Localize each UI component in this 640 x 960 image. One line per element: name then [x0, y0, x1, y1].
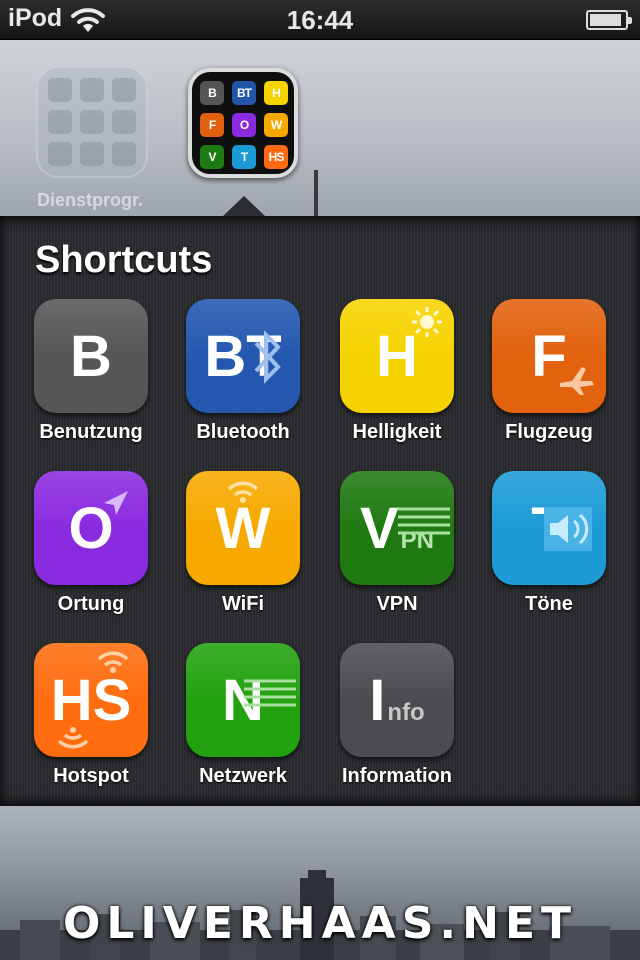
airplane-icon: [560, 367, 594, 395]
app-label: Ortung: [57, 593, 125, 615]
hotspot-icon: [97, 651, 129, 673]
app-glyph-suffix: nfo: [387, 699, 425, 726]
mini-app-icon: BT: [232, 81, 256, 105]
settings-icon: [112, 110, 136, 134]
chart-icon: [48, 142, 72, 166]
mini-app-icon: B: [200, 81, 224, 105]
app-glyph: I: [369, 667, 386, 733]
app-icon[interactable]: Info: [340, 643, 454, 757]
app-icon[interactable]: N: [186, 643, 300, 757]
mini-app-icon: V: [200, 145, 224, 169]
mini-app-icon: F: [200, 113, 224, 137]
app-glyph: V: [359, 495, 399, 561]
app-label: Benutzung: [39, 421, 143, 443]
contacts-icon: [48, 78, 72, 102]
app-icon[interactable]: BT: [186, 299, 300, 413]
clapper-icon: [48, 110, 72, 134]
app-icon[interactable]: HS: [34, 643, 148, 757]
folder-title[interactable]: Shortcuts: [35, 239, 212, 282]
app-icon[interactable]: W: [186, 471, 300, 585]
app-glyph: HS: [50, 667, 132, 733]
app-icon[interactable]: B: [34, 299, 148, 413]
app-label: Flugzeug: [505, 421, 593, 443]
status-bar: iPod 16:44: [0, 0, 640, 40]
watermark-text: OLIVERHAAS.NET: [62, 898, 578, 949]
folder-pointer: [222, 196, 266, 217]
itunes-icon: [112, 78, 136, 102]
app-label: WiFi: [221, 593, 265, 615]
folder-preview-grid: B BT H F O W V T HS: [200, 81, 288, 169]
status-time: 16:44: [286, 5, 354, 35]
folder-panel: Shortcuts B Benutzung BT Bluetooth H Helligke…: [0, 216, 640, 806]
app-label: VPN: [376, 593, 418, 615]
calculator-icon: [80, 142, 104, 166]
speaker-icon: [544, 507, 592, 551]
location-arrow-icon: [104, 491, 128, 515]
app-glyph: W: [215, 495, 271, 561]
voice-memo-icon: [80, 78, 104, 102]
app-label: Hotspot: [53, 765, 129, 787]
app-label: Töne: [525, 593, 573, 615]
app-label: Information: [342, 765, 452, 787]
app-icon[interactable]: T: [492, 471, 606, 585]
hotspot-icon: [57, 727, 89, 749]
mini-app-icon: H: [264, 81, 288, 105]
mini-app-icon: W: [264, 113, 288, 137]
wifi-icon: [227, 481, 259, 503]
mini-app-icon: T: [232, 145, 256, 169]
folder-dienstprogramme[interactable]: [36, 66, 148, 178]
app-icon[interactable]: V PN: [340, 471, 454, 585]
mini-app-icon: HS: [264, 145, 288, 169]
app-icon[interactable]: H: [340, 299, 454, 413]
folder-label: Dienstprogr.: [36, 190, 143, 210]
lines-icon: [398, 507, 450, 535]
app-glyph: B: [70, 323, 112, 389]
stocks-icon: [80, 110, 104, 134]
lines-icon: [244, 679, 296, 707]
app-label: Helligkeit: [352, 421, 442, 443]
bluetooth-icon: [254, 330, 281, 384]
sun-icon: [412, 307, 442, 337]
app-icon[interactable]: O: [34, 471, 148, 585]
app-icon[interactable]: F: [492, 299, 606, 413]
app-label: Bluetooth: [196, 421, 290, 443]
blank-icon: [112, 142, 136, 166]
folder-preview-grid: [48, 78, 136, 166]
antenna-spire: [314, 170, 318, 216]
folder-shortcuts-icon[interactable]: B BT H F O W V T HS: [188, 68, 298, 178]
mini-app-icon: O: [232, 113, 256, 137]
app-label: Netzwerk: [199, 765, 287, 787]
battery-fill: [590, 14, 621, 26]
wallpaper-bottom: OLIVERHAAS.NET: [0, 806, 640, 960]
battery-icon: [586, 10, 632, 30]
